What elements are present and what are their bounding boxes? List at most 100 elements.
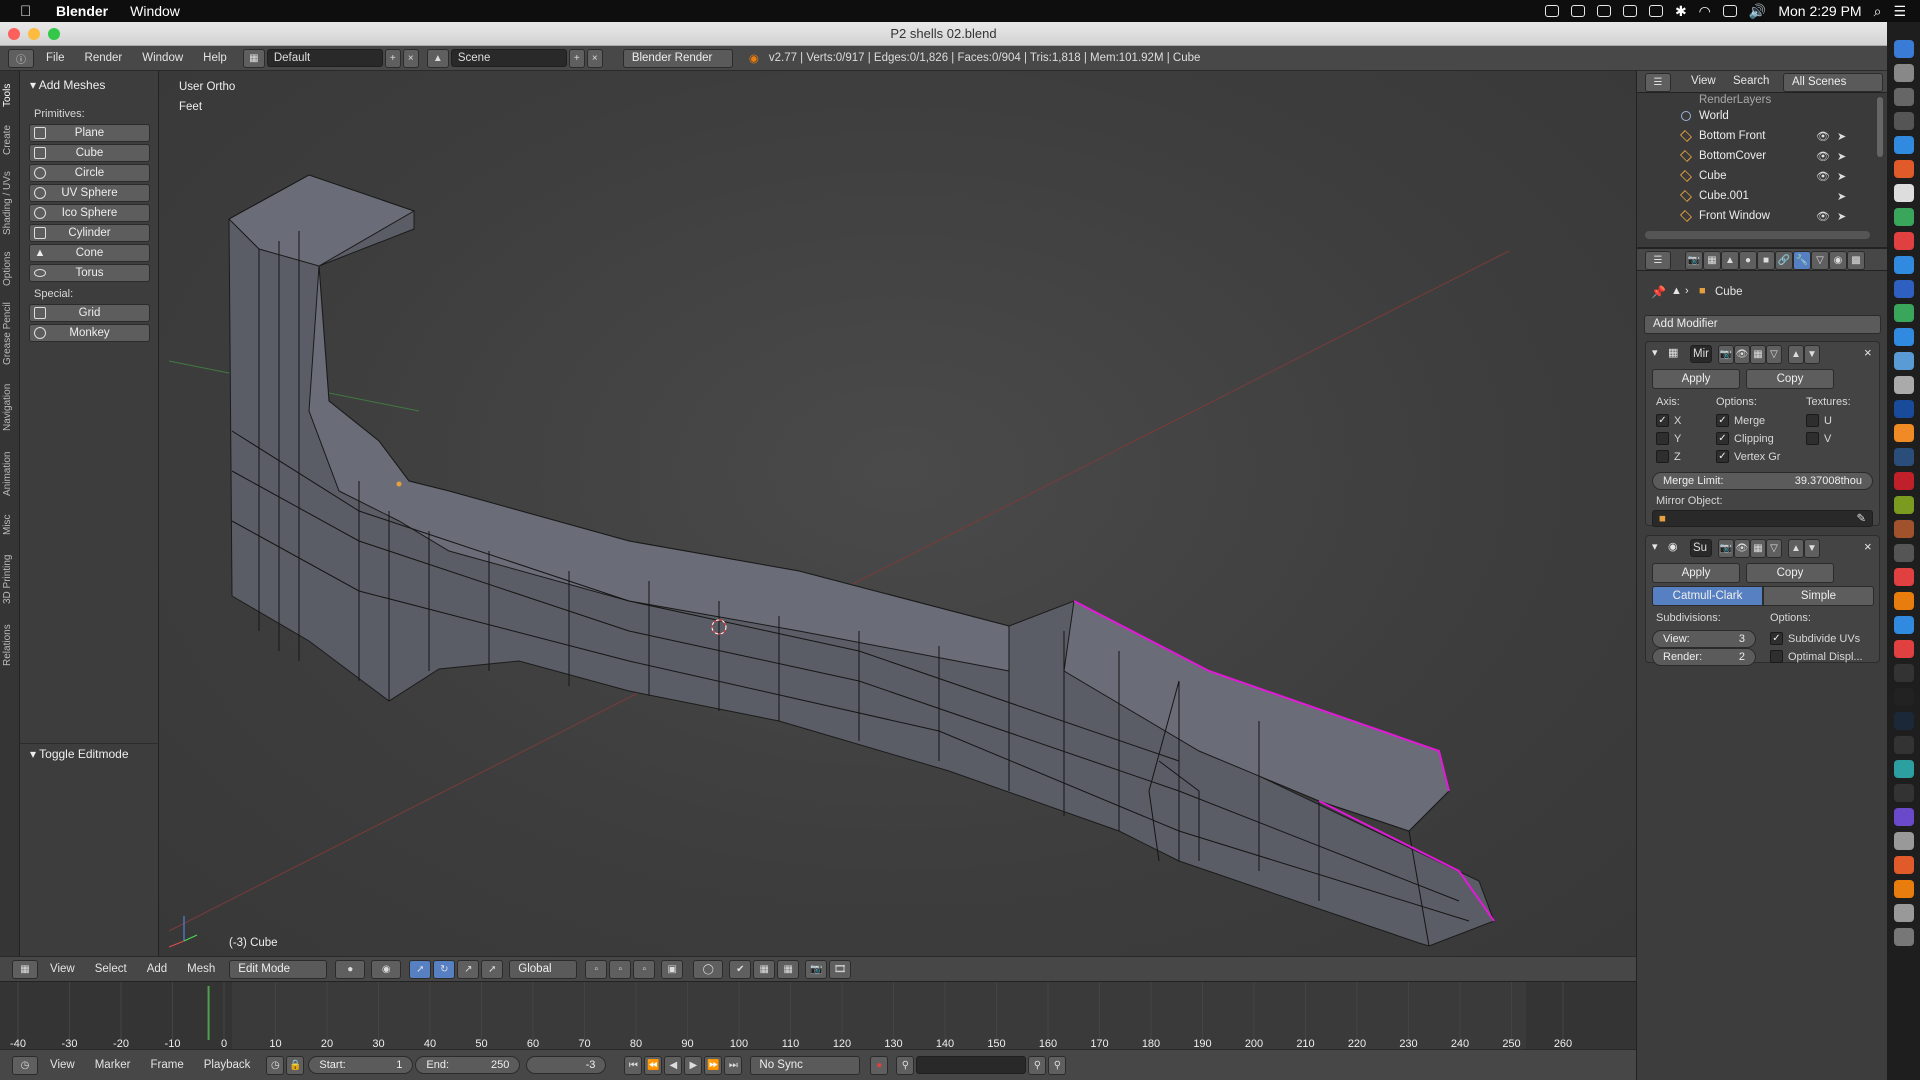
visibility-eye-icon[interactable]: 👁 — [1816, 170, 1830, 183]
lightroom-icon[interactable] — [1894, 448, 1914, 466]
visibility-eye-icon[interactable]: 👁 — [1816, 150, 1830, 163]
snap-icon[interactable]: ✔ — [729, 959, 752, 979]
snap-element-icon[interactable]: ▦ — [753, 959, 776, 979]
axis-y-checkbox[interactable] — [1656, 432, 1669, 445]
outliner-horizontal-scrollbar[interactable] — [1645, 231, 1870, 239]
visibility-eye-icon[interactable]: 👁 — [1816, 210, 1830, 223]
scale-manipulator-icon[interactable]: ↗ — [457, 959, 480, 979]
menu-view[interactable]: View — [40, 1059, 85, 1071]
remove-modifier-icon[interactable]: × — [1864, 539, 1872, 554]
selectable-cursor-icon[interactable]: ➤ — [1837, 130, 1846, 143]
unity-icon[interactable] — [1894, 688, 1914, 706]
mirror-object-field[interactable]: ■ ✎ — [1652, 510, 1873, 527]
app-store-icon[interactable] — [1894, 328, 1914, 346]
camera-icon[interactable] — [1570, 5, 1585, 17]
add-plane-button[interactable]: Plane — [29, 124, 150, 142]
insert-keyframe-icon[interactable]: ⚲ — [1028, 1055, 1047, 1075]
sync-dropdown[interactable]: No Sync — [750, 1055, 861, 1075]
app-icon[interactable] — [1894, 808, 1914, 826]
add-circle-button[interactable]: Circle — [29, 164, 150, 182]
editor-type-icon[interactable]: ☰ — [1645, 73, 1671, 92]
toggle-editmode-panel-header[interactable]: ▾ Toggle Editmode — [20, 743, 159, 763]
world-tab-icon[interactable]: ● — [1739, 251, 1757, 270]
prev-keyframe-icon[interactable]: ⏪ — [644, 1055, 663, 1075]
render-layers-tab-icon[interactable]: ▦ — [1703, 251, 1721, 270]
add-layout-icon[interactable]: + — [384, 48, 401, 68]
scene-field[interactable]: Scene — [450, 49, 567, 67]
app-icon[interactable] — [1894, 544, 1914, 562]
manipulator-toggle-icon[interactable]: ➚ — [481, 959, 504, 979]
record-icon[interactable]: ● — [870, 1055, 889, 1075]
creative-cloud-icon[interactable] — [1544, 5, 1559, 17]
data-tab-icon[interactable]: ▽ — [1811, 251, 1829, 270]
current-frame-field[interactable]: -3 — [526, 1056, 607, 1074]
add-grid-button[interactable]: Grid — [29, 304, 150, 322]
texture-u-checkbox[interactable] — [1806, 414, 1819, 427]
subdivide-uvs-checkbox[interactable]: ✓ — [1770, 632, 1783, 645]
safari-icon[interactable] — [1894, 136, 1914, 154]
launchpad-icon[interactable] — [1894, 64, 1914, 82]
selectable-cursor-icon[interactable]: ➤ — [1837, 190, 1846, 203]
steam-icon[interactable] — [1894, 712, 1914, 730]
add-cylinder-button[interactable]: Cylinder — [29, 224, 150, 242]
menu-frame[interactable]: Frame — [141, 1059, 194, 1071]
bluetooth-icon[interactable]: ✱ — [1675, 3, 1687, 20]
add-monkey-button[interactable]: Monkey — [29, 324, 150, 342]
optimal-display-checkbox[interactable] — [1770, 650, 1783, 663]
move-down-icon[interactable]: ▼ — [1804, 539, 1820, 558]
app-icon[interactable] — [1894, 736, 1914, 754]
jump-start-icon[interactable]: ⏮ — [624, 1055, 643, 1075]
clock[interactable]: Mon 2:29 PM — [1778, 3, 1861, 19]
blender-icon[interactable] — [1894, 592, 1914, 610]
simple-tab[interactable]: Simple — [1763, 586, 1874, 606]
render-toggle-icon[interactable]: 📷 — [1718, 345, 1734, 364]
menu-mesh[interactable]: Mesh — [177, 963, 225, 975]
eyedropper-icon[interactable]: ✎ — [1856, 511, 1866, 527]
edge-select-icon[interactable]: ▫ — [609, 959, 632, 979]
render-tab-icon[interactable]: 📷 — [1685, 251, 1703, 270]
messages-icon[interactable] — [1894, 256, 1914, 274]
outliner-item[interactable]: Front Window 👁 ➤ — [1637, 207, 1872, 227]
tab-grease-pencil[interactable]: Grease Pencil — [2, 299, 18, 369]
translate-manipulator-icon[interactable]: ➚ — [409, 959, 432, 979]
preview-range-icon[interactable]: ◷ — [266, 1055, 285, 1075]
editor-type-icon[interactable]: ◷ — [12, 1055, 38, 1075]
material-tab-icon[interactable]: ◉ — [1829, 251, 1847, 270]
minimize-window-icon[interactable] — [28, 28, 40, 40]
outliner-item[interactable]: Cube.001 ➤ — [1637, 187, 1872, 207]
tab-create[interactable]: Create — [2, 121, 18, 159]
excel-icon[interactable] — [1894, 304, 1914, 322]
add-modifier-dropdown[interactable]: Add Modifier — [1644, 315, 1881, 334]
time-machine-icon[interactable] — [1622, 5, 1637, 17]
opengl-anim-icon[interactable]: 🎞 — [829, 959, 852, 979]
cage-toggle-icon[interactable]: ▽ — [1766, 345, 1782, 364]
tab-options[interactable]: Options — [2, 247, 18, 291]
editor-type-icon[interactable]: ⓘ — [8, 48, 34, 68]
keying-set-icon[interactable]: ⚲ — [896, 1055, 915, 1075]
outliner-vertical-scrollbar[interactable] — [1877, 97, 1883, 157]
screen-layout-icon[interactable]: ▦ — [242, 48, 265, 68]
system-preferences-icon[interactable] — [1894, 88, 1914, 106]
window-menu[interactable]: Window — [130, 3, 180, 19]
tab-shading-uvs[interactable]: Shading / UVs — [2, 167, 18, 239]
remove-layout-icon[interactable]: × — [402, 48, 419, 68]
spotlight-icon[interactable]: ⌕ — [1874, 3, 1882, 20]
occlude-geometry-icon[interactable]: ▣ — [661, 959, 684, 979]
mirror-copy-button[interactable]: Copy — [1746, 369, 1834, 389]
subsurf-apply-button[interactable]: Apply — [1652, 563, 1740, 583]
selectable-cursor-icon[interactable]: ➤ — [1837, 170, 1846, 183]
outliner-item[interactable]: Bottom Front 👁 ➤ — [1637, 127, 1872, 147]
texture-tab-icon[interactable]: ▩ — [1847, 251, 1865, 270]
app-icon[interactable] — [1894, 640, 1914, 658]
app-icon[interactable] — [1894, 856, 1914, 874]
outliner-menu-search[interactable]: Search — [1733, 75, 1769, 87]
cage-toggle-icon[interactable]: ▽ — [1766, 539, 1782, 558]
add-ico-sphere-button[interactable]: Ico Sphere — [29, 204, 150, 222]
screen-layout-field[interactable]: Default — [266, 49, 383, 67]
mirror-apply-button[interactable]: Apply — [1652, 369, 1740, 389]
app-menu[interactable]: Blender — [56, 3, 108, 19]
outliner-filter-dropdown[interactable]: All Scenes — [1783, 73, 1883, 92]
app-icon[interactable] — [1894, 880, 1914, 898]
subsurf-copy-button[interactable]: Copy — [1746, 563, 1834, 583]
delete-keyframe-icon[interactable]: ⚲ — [1048, 1055, 1067, 1075]
